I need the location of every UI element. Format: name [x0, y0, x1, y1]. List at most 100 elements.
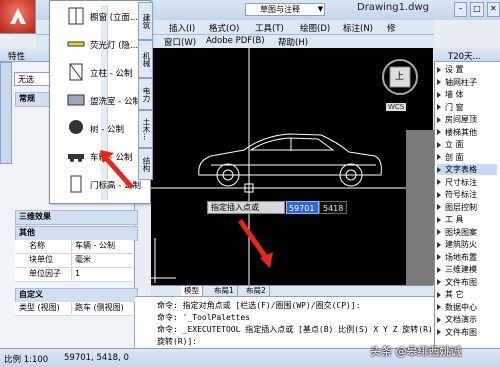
tab-model[interactable]: 模型 — [181, 286, 203, 296]
t20-menu-item[interactable]: 工 具 — [437, 214, 497, 225]
minimize-button[interactable]: – — [454, 2, 468, 17]
layout-tabs: 模型 布局1 布局2 — [151, 285, 433, 296]
palette-item-label: 树 - 公制 — [90, 125, 124, 135]
menu-insert[interactable]: 插入(I) — [169, 22, 195, 34]
palette-item-tree[interactable]: 树 - 公制 — [50, 115, 138, 143]
t20-menu-item-label: 文件布图 — [445, 277, 477, 287]
view-cube[interactable]: 上 WCS — [380, 55, 420, 115]
t20-menu-item[interactable]: 图块图案 — [437, 227, 497, 238]
view-cube-top-label: 上 — [395, 72, 405, 82]
t20-menu-item[interactable]: 房间屋顶 — [437, 114, 497, 125]
t20-menu-item[interactable]: 剖 面 — [437, 152, 497, 163]
t20-menu-item[interactable]: 图层控制 — [437, 202, 497, 213]
section-custom[interactable]: 自定义 — [15, 288, 138, 303]
wcs-label[interactable]: WCS — [386, 103, 407, 111]
window-controls: – □ ✕ — [454, 2, 500, 17]
annotation-arrow-palette — [100, 150, 134, 189]
t20-menu-item[interactable]: 墙 体 — [437, 89, 497, 100]
triangle-right-icon — [437, 129, 441, 135]
palette-item-label: 橱窗 (立面... — [90, 13, 139, 23]
t20-menu-item[interactable]: 文档演示 — [437, 314, 497, 325]
t20-menu-item[interactable]: 立 面 — [437, 139, 497, 150]
t20-menu-item[interactable]: 楼梯其他 — [437, 127, 497, 138]
palette-tab-electrical[interactable]: 电力 — [138, 78, 153, 110]
coordinate-input-x[interactable]: 59701 — [286, 201, 319, 214]
t20-menu-item[interactable]: 门 窗 — [437, 102, 497, 113]
property-key: 单位因子 — [29, 269, 61, 278]
t20-menu-item-label: 尺寸标注 — [445, 177, 477, 187]
palette-item-window[interactable]: 橱窗 (立面... — [50, 3, 138, 31]
t20-menu-item-label: 楼梯其他 — [445, 127, 477, 137]
t20-menu-item[interactable]: 其 它 — [437, 289, 497, 300]
window-icon — [66, 6, 86, 26]
t20-menu-item[interactable]: 文件布图 — [437, 277, 497, 288]
t20-menu-item[interactable]: 三维建模 — [437, 264, 497, 275]
t20-menu-item[interactable]: 建筑防火 — [437, 239, 497, 250]
coordinate-input-y[interactable]: 5418 — [319, 201, 347, 214]
palette-tab-mechanical[interactable]: 机械 — [138, 40, 153, 78]
menu-adobe-pdf[interactable]: Adobe PDF(B) — [206, 36, 265, 46]
menu-draw[interactable]: 绘图(D) — [300, 22, 330, 34]
t20-title: T20天... — [448, 52, 481, 62]
t20-menu-item-label: 符号标注 — [445, 190, 477, 199]
palette-item-label: 盥洗室 - 公制 — [90, 97, 141, 107]
t20-menu-item[interactable]: 尺寸标注 — [437, 177, 497, 188]
menu-tools[interactable]: 工具(T) — [255, 22, 284, 34]
properties-title: 特性 — [8, 52, 26, 62]
t20-menu-item[interactable]: 场地布置 — [437, 252, 497, 263]
chevron-down-icon[interactable]: ▼ — [316, 3, 325, 16]
palette-item-fluorescent[interactable]: 荧光灯 (隐... — [50, 31, 138, 59]
autocad-logo-icon — [10, 8, 26, 24]
triangle-right-icon — [437, 104, 441, 110]
lamp-icon — [66, 34, 86, 54]
t20-menu-item-label: 场地布置 — [445, 252, 477, 262]
triangle-right-icon — [437, 304, 441, 310]
t20-menu-item-label: 立 面 — [445, 140, 464, 149]
command-history-line: 命令: 指定对角点或 [栏选(F)/圈围(WP)/圈交(CP)]: — [157, 301, 361, 310]
close-button[interactable]: ✕ — [486, 2, 500, 17]
menu-dimension[interactable]: 标注(N) — [343, 22, 373, 34]
t20-menu-item-label: 图层控制 — [445, 202, 477, 212]
t20-menu-item-label: 图块图案 — [445, 227, 477, 237]
t20-menu-item[interactable]: 文件布图 — [437, 327, 497, 338]
annotation-scale[interactable]: 比例 1:100 — [4, 353, 48, 365]
tab-layout2[interactable]: 布局2 — [243, 286, 270, 296]
palette-item-washroom[interactable]: 盥洗室 - 公制 — [50, 87, 141, 115]
property-key: 名称 — [29, 241, 45, 250]
cursor-coordinates: 59701, 5418, 0 — [64, 353, 129, 363]
palette-tab-structural[interactable]: 结构 — [138, 148, 153, 180]
workspace-selector[interactable]: 草图与注释 — [245, 3, 325, 16]
property-value: 毫米 — [71, 254, 91, 266]
palette-tab-civil[interactable]: 土木... — [138, 110, 153, 148]
triangle-right-icon — [437, 254, 441, 260]
triangle-right-icon — [437, 79, 441, 85]
t20-menu-item[interactable]: 符号标注 — [437, 189, 497, 200]
triangle-right-icon — [437, 316, 441, 323]
t20-menu-item-label: 剖 面 — [445, 152, 464, 162]
t20-menu-item[interactable]: 轴网柱子 — [437, 77, 497, 88]
triangle-right-icon — [437, 279, 441, 285]
triangle-right-icon — [437, 166, 441, 173]
tab-layout1[interactable]: 布局1 — [211, 286, 238, 296]
menu-window[interactable]: 窗口(W) — [164, 36, 196, 48]
triangle-right-icon — [437, 291, 441, 298]
menu-modify[interactable]: 修 — [387, 22, 396, 34]
property-key: 块单位 — [29, 255, 53, 264]
navigation-bar[interactable] — [406, 130, 434, 285]
property-row-type[interactable]: 类型 (视图) 跑车 (侧视图) — [15, 302, 133, 316]
t20-menu-item[interactable]: 数据中心 — [437, 302, 497, 313]
palette-tab-architectural[interactable]: 建筑 — [138, 2, 153, 40]
command-window[interactable]: 命令: 指定对角点或 [栏选(F)/圈围(WP)/圈交(CP)]: 命令: '_… — [135, 296, 442, 348]
door-icon — [66, 174, 86, 194]
t20-menu-item[interactable]: 文字表格 — [437, 164, 497, 175]
command-input-line[interactable]: 旋转(R)]: — [157, 336, 197, 347]
maximize-button[interactable]: □ — [470, 2, 484, 17]
property-key: 类型 (视图) — [19, 303, 60, 312]
t20-menu-item[interactable]: 设 置 — [437, 64, 497, 75]
application-menu-button[interactable] — [0, 0, 36, 34]
menu-help[interactable]: 帮助(H) — [278, 36, 308, 48]
properties-side-tab[interactable] — [0, 62, 12, 164]
palette-item-column[interactable]: 立柱 - 公制 — [50, 59, 138, 87]
menu-format[interactable]: 格式(O) — [209, 22, 239, 34]
command-history-line: 命令: '_ToolPalettes — [157, 313, 251, 322]
